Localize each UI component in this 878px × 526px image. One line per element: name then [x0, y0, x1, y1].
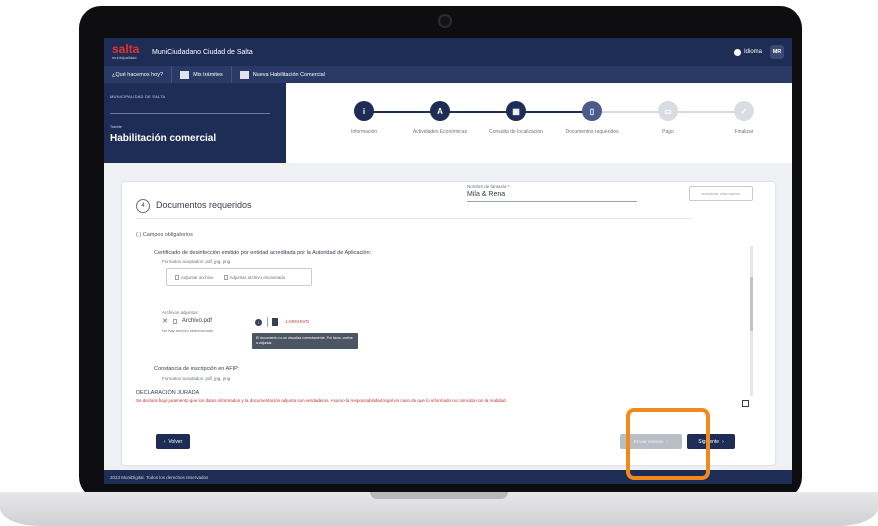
doc-formats: Formatos aceptados: pdf, jpg, png — [162, 376, 231, 381]
paperclip-icon — [175, 274, 179, 280]
step-label: Actividades Económicas — [412, 129, 468, 135]
back-label: Volver — [168, 438, 183, 445]
attach-file-button[interactable]: Adjuntar archivo — [175, 274, 214, 280]
logo-word: salta — [112, 42, 140, 56]
doc-title-afip: Constancia de inscripción en AFIP: — [154, 366, 240, 372]
step-informacion[interactable]: i Información — [324, 99, 404, 135]
attach-scan-label: Adjuntar archivo escaneado — [229, 274, 286, 280]
upload-box: Adjuntar archivo Adjuntar archivo escane… — [166, 268, 312, 286]
card-icon: ▭ — [658, 101, 678, 121]
progress-stepper: i Información A Actividades Económicas ▦… — [286, 83, 792, 163]
scan-icon — [223, 274, 228, 280]
salta-logo[interactable]: salta municipalidad — [112, 42, 142, 62]
tramite-label: Trámite — [110, 125, 122, 129]
chevron-left-icon: ‹ — [163, 438, 166, 445]
nav-label: Mis trámites — [193, 71, 223, 78]
user-avatar[interactable]: MR — [770, 45, 784, 59]
error-tooltip: El documento no se visualiza correctamen… — [252, 333, 358, 349]
scrollbar-thumb[interactable] — [750, 277, 753, 331]
map-icon: ▦ — [506, 101, 526, 121]
required-fields-note: ( ) Campos obligatorios — [136, 232, 193, 238]
app-title: MuniCiudadano Ciudad de Salta — [152, 48, 253, 56]
declaration-text: Se declara bajo juramento que los datos … — [136, 398, 507, 403]
section-number: 4 — [136, 199, 150, 213]
step-finalizar[interactable]: ✓ Finalizar — [704, 99, 784, 135]
file-icon — [172, 318, 177, 324]
nav-label: Nueva Habilitación Comercial — [252, 71, 325, 78]
list-icon — [239, 70, 249, 79]
section-title: Documentos requeridos — [156, 200, 252, 210]
file-error-link[interactable]: 1 ARCHIVO — [285, 319, 309, 324]
list-icon — [180, 70, 190, 79]
step-documentos[interactable]: ▯ Documentos requeridos — [552, 99, 632, 135]
file-name[interactable]: Archivo.pdf — [182, 318, 212, 324]
doc-formats: Formatos aceptados: pdf, jpg, png — [162, 259, 231, 264]
globe-icon — [733, 48, 741, 56]
language-label: Idioma — [743, 49, 762, 55]
step-localizacion[interactable]: ▦ Consulta de localización — [476, 99, 556, 135]
laptop-notch — [370, 492, 508, 499]
step-label: Finalizar — [734, 129, 754, 135]
highlight-annotation — [626, 408, 710, 480]
declaration-checkbox[interactable] — [742, 400, 749, 407]
step-actividades[interactable]: A Actividades Económicas — [400, 99, 480, 135]
step-label: Pago — [662, 129, 674, 135]
attach-label: Adjuntar archivo — [181, 274, 214, 280]
remove-file-icon[interactable]: ✕ — [162, 317, 168, 325]
header-band: MUNICIPALIDAD DE SALTA Trámite Habilitac… — [104, 83, 792, 163]
update-info-button[interactable]: actualizar información — [689, 186, 753, 201]
sworn-declaration: DECLARACIÓN JURADA Se declara bajo juram… — [136, 390, 746, 404]
info-icon: i — [354, 101, 374, 121]
step-label: Información — [350, 129, 378, 135]
documents-list[interactable]: ( ) Campos obligatorios Certificado de d… — [136, 228, 736, 388]
topbar-right: Idioma MR — [733, 45, 784, 59]
document-icon — [272, 318, 278, 326]
step-label: Documentos requeridos — [565, 129, 619, 135]
check-icon: ✓ — [734, 101, 754, 121]
back-button[interactable]: ‹ Volver — [156, 434, 190, 449]
language-selector[interactable]: Idioma — [733, 48, 762, 56]
attach-scan-button[interactable]: Adjuntar archivo escaneado — [223, 274, 286, 280]
nav-item-que-hacemos[interactable]: ¿Qué hacemos hoy? — [104, 66, 171, 83]
doc-title-desinfeccion: Certificado de desinfección emitido por … — [154, 250, 372, 256]
fantasy-name-field[interactable]: Mila & Rena — [467, 186, 637, 202]
top-bar: salta municipalidad MuniCiudadano Ciudad… — [104, 38, 792, 66]
divider — [110, 113, 270, 114]
declaration-title: DECLARACIÓN JURADA — [136, 390, 200, 396]
nav-item-nueva-habilitacion[interactable]: Nueva Habilitación Comercial — [232, 66, 333, 83]
nav-item-mis-tramites[interactable]: Mis trámites — [172, 66, 231, 83]
attached-files-label: Archivos adjuntos: — [162, 310, 199, 315]
chevron-right-icon: › — [722, 438, 724, 445]
attached-file-row: ✕ Archivo.pdf — [162, 317, 212, 325]
building-icon: A — [430, 101, 450, 121]
stage: salta municipalidad MuniCiudadano Ciudad… — [0, 0, 878, 526]
page-title: Habilitación comercial — [110, 133, 217, 144]
tramite-panel: MUNICIPALIDAD DE SALTA Trámite Habilitac… — [104, 83, 286, 163]
divider — [136, 218, 692, 219]
municipality-label: MUNICIPALIDAD DE SALTA — [110, 94, 166, 99]
divider — [267, 317, 268, 327]
step-pago[interactable]: ▭ Pago — [628, 99, 708, 135]
camera-icon — [438, 14, 452, 28]
nav-bar: ¿Qué hacemos hoy? Mis trámites Nueva Hab… — [104, 66, 792, 83]
info-icon[interactable]: i — [255, 319, 262, 326]
logo-sub: municipalidad — [112, 55, 137, 60]
no-file-selected: No hay archivo seleccionado — [162, 328, 214, 333]
document-icon: ▯ — [582, 101, 602, 121]
nav-label: ¿Qué hacemos hoy? — [112, 71, 164, 78]
step-label: Consulta de localización — [489, 129, 543, 135]
